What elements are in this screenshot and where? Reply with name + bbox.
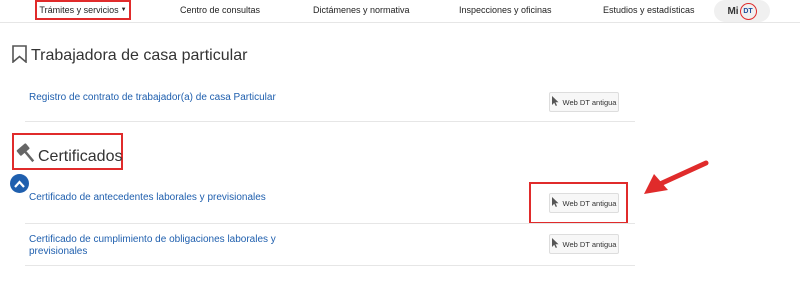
cursor-icon [551, 96, 559, 108]
certificado-cumplimiento-link[interactable]: Certificado de cumplimiento de obligacio… [29, 234, 276, 258]
divider [25, 121, 635, 122]
nav-dictamenes-y-normativa[interactable]: Dictámenes y normativa [313, 5, 410, 15]
link-line: Certificado de cumplimiento de obligacio… [29, 234, 276, 245]
nav-inspecciones-y-oficinas[interactable]: Inspecciones y oficinas [459, 5, 552, 15]
web-dt-antigua-button[interactable]: Web DT antigua [549, 193, 619, 213]
certificado-antecedentes-link[interactable]: Certificado de antecedentes laborales y … [29, 192, 266, 204]
nav-item-label: Trámites y servicios [39, 5, 119, 15]
gavel-icon [16, 142, 36, 164]
bookmark-icon [12, 45, 27, 64]
section-title: Certificados [38, 148, 123, 165]
button-label: Web DT antigua [562, 97, 617, 107]
section-title: Trabajadora de casa particular [31, 47, 248, 64]
nav-estudios-y-estadisticas[interactable]: Estudios y estadísticas [603, 5, 695, 15]
dt-logo-icon: DT [739, 2, 757, 20]
scroll-up-button[interactable] [10, 174, 29, 193]
mi-dt-button[interactable]: Mi DT [714, 0, 770, 22]
red-arrow-icon [644, 160, 709, 194]
nav-tramites-y-servicios[interactable]: Trámites y servicios ▼ [35, 0, 131, 20]
divider [25, 223, 635, 224]
button-label: Web DT antigua [562, 198, 617, 208]
registro-contrato-link[interactable]: Registro de contrato de trabajador(a) de… [29, 92, 276, 104]
cursor-icon [551, 197, 559, 209]
nav-centro-de-consultas[interactable]: Centro de consultas [180, 5, 260, 15]
top-navigation: Trámites y servicios ▼ Centro de consulta… [0, 0, 800, 23]
web-dt-antigua-button[interactable]: Web DT antigua [549, 234, 619, 254]
web-dt-antigua-button[interactable]: Web DT antigua [549, 92, 619, 112]
link-line: previsionales [29, 246, 88, 257]
cursor-icon [551, 238, 559, 250]
mi-label: Mi [727, 5, 739, 17]
chevron-up-icon [14, 179, 25, 188]
caret-down-icon: ▼ [120, 7, 127, 13]
button-label: Web DT antigua [562, 239, 617, 249]
divider [25, 265, 635, 266]
